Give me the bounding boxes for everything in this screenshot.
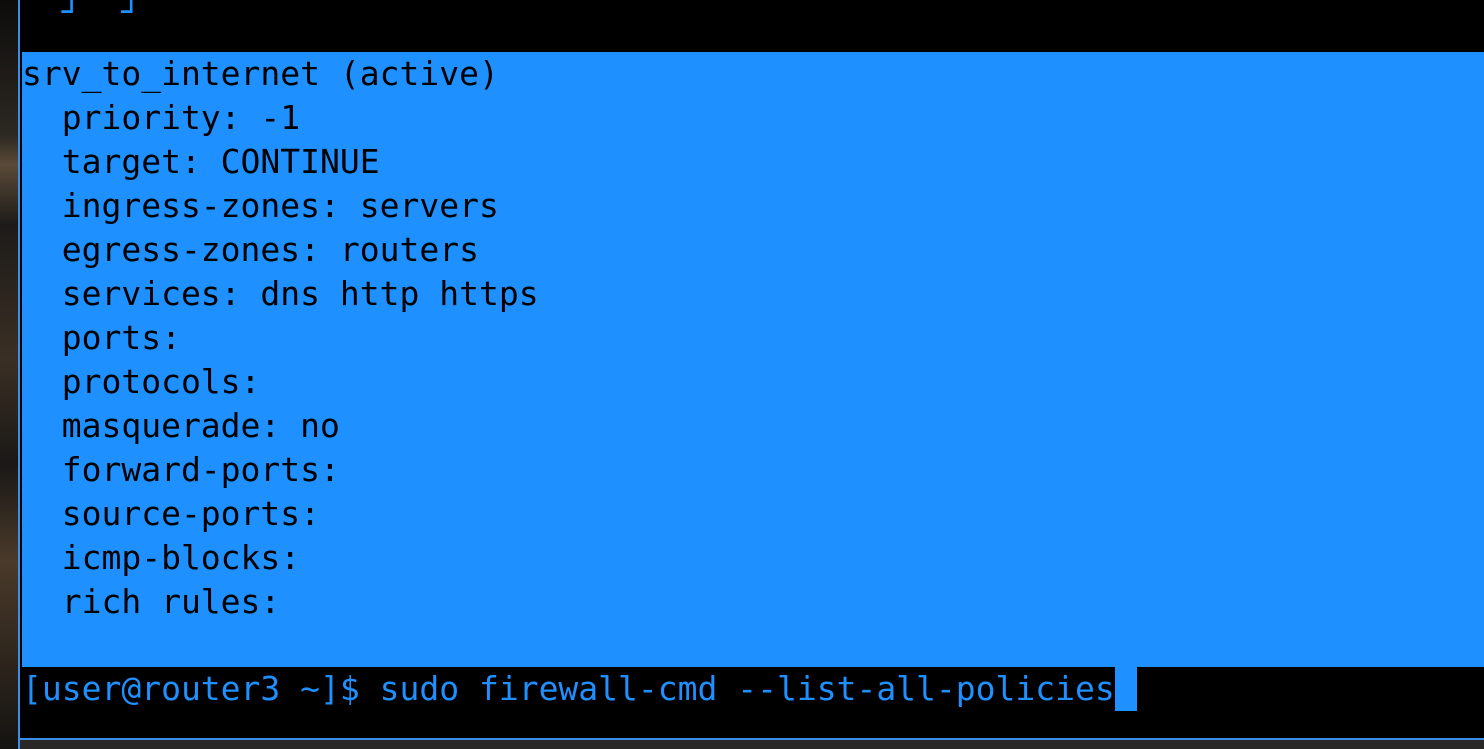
output-line: protocols: <box>22 362 281 401</box>
output-line: target: CONTINUE <box>22 142 380 181</box>
output-line: masquerade: no <box>22 406 340 445</box>
output-line: priority: -1 <box>22 98 301 137</box>
policy-output: srv_to_internet (active) priority: -1 ta… <box>22 52 539 624</box>
output-line: egress-zones: routers <box>22 230 479 269</box>
output-line: icmp-blocks: <box>22 538 321 577</box>
output-line: srv_to_internet (active) <box>22 54 499 93</box>
shell-prompt: [user@router3 ~]$ <box>22 669 380 708</box>
command-text[interactable]: sudo firewall-cmd --list-all-policies <box>380 667 1115 711</box>
desktop-taskbar-edge <box>20 740 1484 749</box>
clipped-previous-line: ┘ ┘ <box>22 0 142 31</box>
output-line: source-ports: <box>22 494 340 533</box>
output-line: ingress-zones: servers <box>22 186 499 225</box>
command-line[interactable]: [user@router3 ~]$ sudo firewall-cmd --li… <box>22 667 1137 711</box>
output-line: rich rules: <box>22 582 301 621</box>
desktop-background <box>0 0 20 749</box>
output-line: forward-ports: <box>22 450 360 489</box>
output-line: services: dns http https <box>22 274 539 313</box>
text-cursor <box>1114 667 1137 711</box>
output-line: ports: <box>22 318 201 357</box>
terminal-window[interactable]: ┘ ┘ srv_to_internet (active) priority: -… <box>18 0 1484 749</box>
